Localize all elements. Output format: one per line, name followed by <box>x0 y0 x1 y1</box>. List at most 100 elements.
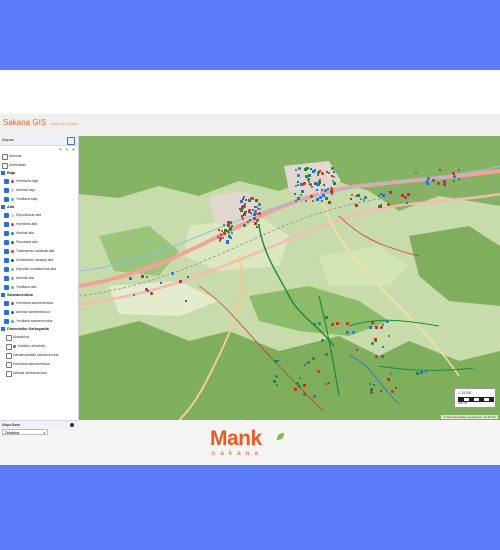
network-marker[interactable] <box>330 167 334 171</box>
network-marker[interactable] <box>297 166 301 170</box>
layer-checkbox[interactable] <box>4 213 9 218</box>
network-marker[interactable] <box>239 200 243 204</box>
network-marker[interactable] <box>218 228 221 231</box>
network-marker[interactable] <box>178 280 182 284</box>
network-marker[interactable] <box>320 200 323 203</box>
layer-item[interactable]: Ureztatzeko kanalak alta <box>0 256 78 265</box>
network-marker[interactable] <box>311 356 315 360</box>
network-marker[interactable] <box>298 376 301 379</box>
layer-item[interactable]: Ynsiltaria baja <box>0 195 78 204</box>
network-marker[interactable] <box>257 202 261 206</box>
network-marker[interactable] <box>254 223 257 226</box>
network-marker[interactable] <box>387 377 391 381</box>
network-marker[interactable] <box>129 276 133 280</box>
network-marker[interactable] <box>372 384 375 387</box>
network-marker[interactable] <box>443 181 447 185</box>
layer-item[interactable]: Arbelak saneamendua <box>0 308 78 317</box>
network-marker[interactable] <box>308 174 312 178</box>
network-marker[interactable] <box>227 231 230 234</box>
network-marker[interactable] <box>185 299 188 302</box>
layer-item[interactable]: Ynsiltaria alta <box>0 283 78 292</box>
network-marker[interactable] <box>297 197 301 201</box>
layer-item[interactable]: Putzuketa alta <box>0 238 78 247</box>
layer-group[interactable]: Saneamendua <box>0 292 78 299</box>
network-marker[interactable] <box>293 387 297 391</box>
network-marker[interactable] <box>331 179 334 182</box>
layer-checkbox[interactable] <box>4 310 9 315</box>
network-marker[interactable] <box>323 183 326 186</box>
network-marker[interactable] <box>241 198 244 201</box>
network-marker[interactable] <box>405 201 408 204</box>
layer-item[interactable]: Arbelak saneamendua <box>0 369 78 378</box>
network-marker[interactable] <box>325 171 328 174</box>
network-marker[interactable] <box>245 211 248 214</box>
layer-group[interactable]: Alta <box>0 204 78 211</box>
network-marker[interactable] <box>145 275 148 278</box>
network-marker[interactable] <box>359 197 362 200</box>
network-marker[interactable] <box>378 204 382 208</box>
network-marker[interactable] <box>294 192 297 195</box>
network-marker[interactable] <box>420 371 424 375</box>
map-canvas[interactable]: 1: 25.000 500 m © OpenStreetMap contribu… <box>79 136 500 420</box>
network-marker[interactable] <box>187 275 190 278</box>
layer-group[interactable]: Dimentsiko Kartografia <box>0 326 78 333</box>
layer-checkbox[interactable] <box>4 188 9 193</box>
network-marker[interactable] <box>426 179 429 182</box>
layer-checkbox[interactable] <box>6 353 12 359</box>
layer-item[interactable]: Depositu konbatimnak alta <box>0 265 78 274</box>
map-attribution[interactable]: © OpenStreetMap contributors, CC-BY-SA <box>441 415 498 419</box>
network-marker[interactable] <box>272 380 276 384</box>
network-marker[interactable] <box>316 189 319 192</box>
layer-item[interactable]: Arbelak alta <box>0 274 78 283</box>
layer-item[interactable]: Hornitaria baja <box>0 177 78 186</box>
layer-item[interactable]: Akasahina <box>0 333 78 342</box>
network-marker[interactable] <box>311 169 315 173</box>
network-marker[interactable] <box>355 348 358 351</box>
network-marker[interactable] <box>369 382 372 385</box>
network-marker[interactable] <box>381 346 384 349</box>
layer-checkbox[interactable] <box>6 371 12 377</box>
layer-checkbox[interactable] <box>4 258 9 263</box>
network-marker[interactable] <box>228 228 232 232</box>
network-marker[interactable] <box>350 193 353 196</box>
network-marker[interactable] <box>350 197 353 200</box>
network-marker[interactable] <box>294 200 297 203</box>
network-marker[interactable] <box>407 193 411 197</box>
layer-checkbox[interactable] <box>4 319 9 324</box>
network-marker[interactable] <box>325 316 329 320</box>
network-marker[interactable] <box>313 323 316 326</box>
network-marker[interactable] <box>222 232 226 236</box>
network-marker[interactable] <box>258 224 261 227</box>
basemap-select[interactable]: Ortofotoa ▾ <box>2 429 48 435</box>
network-marker[interactable] <box>452 179 455 182</box>
network-marker[interactable] <box>226 240 230 244</box>
network-marker[interactable] <box>357 194 361 198</box>
layer-checkbox[interactable] <box>6 362 12 368</box>
network-marker[interactable] <box>380 193 383 196</box>
network-marker[interactable] <box>297 384 301 388</box>
layer-checkbox[interactable] <box>4 276 9 281</box>
network-marker[interactable] <box>240 215 243 218</box>
network-marker[interactable] <box>458 177 461 180</box>
layer-checkbox[interactable] <box>4 249 9 254</box>
layer-item[interactable]: Nardarratzialak saneamendua <box>0 351 78 360</box>
network-marker[interactable] <box>170 271 174 275</box>
layer-group[interactable]: Baja <box>0 170 78 177</box>
network-marker[interactable] <box>308 182 312 186</box>
network-marker[interactable] <box>220 229 223 232</box>
layer-checkbox[interactable] <box>4 179 9 184</box>
layer-checkbox[interactable] <box>6 344 12 350</box>
network-marker[interactable] <box>385 319 389 323</box>
network-marker[interactable] <box>374 325 378 329</box>
network-marker[interactable] <box>394 386 397 389</box>
layer-checkbox[interactable] <box>4 197 9 202</box>
network-marker[interactable] <box>242 204 246 208</box>
network-marker[interactable] <box>255 206 258 209</box>
network-marker[interactable] <box>330 192 333 195</box>
network-marker[interactable] <box>297 180 300 183</box>
network-marker[interactable] <box>327 201 331 205</box>
network-marker[interactable] <box>401 193 405 197</box>
layer-checkbox[interactable] <box>4 240 9 245</box>
network-marker[interactable] <box>371 321 375 325</box>
network-marker[interactable] <box>219 239 222 242</box>
